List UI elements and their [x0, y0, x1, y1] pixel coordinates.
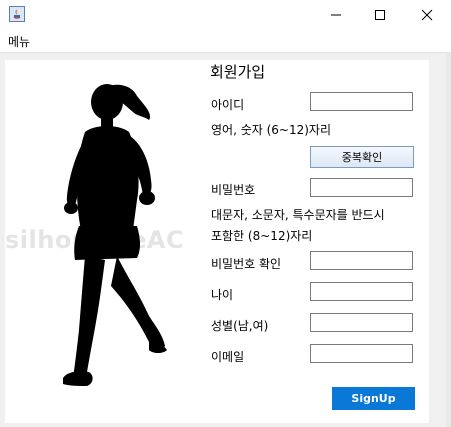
close-icon	[421, 9, 433, 21]
password-label: 비밀번호	[211, 183, 256, 197]
maximize-icon	[375, 10, 385, 20]
signup-panel: silhouetteAC 회원가입 아이디	[5, 60, 429, 423]
email-label: 이메일	[211, 350, 245, 364]
gender-field[interactable]	[310, 313, 413, 332]
content-area: silhouetteAC 회원가입 아이디	[0, 53, 451, 427]
password-hint-line1: 대문자, 소문자, 특수문자를 반드시	[211, 208, 385, 222]
signup-button[interactable]: SignUp	[332, 387, 415, 410]
password-hint-line2: 포함한 (8~12)자리	[211, 229, 313, 243]
close-button[interactable]	[404, 0, 450, 30]
duplicate-check-button[interactable]: 중복확인	[310, 146, 414, 168]
age-field[interactable]	[310, 282, 413, 301]
age-label: 나이	[211, 288, 234, 302]
gender-label: 성별(남,여)	[211, 319, 269, 333]
id-hint: 영어, 숫자 (6~12)자리	[211, 123, 332, 137]
id-field[interactable]	[310, 92, 413, 111]
window-edge	[446, 53, 451, 427]
menu-bar: 메뉴	[0, 30, 451, 53]
menu-item[interactable]: 메뉴	[8, 33, 30, 50]
id-label: 아이디	[211, 98, 245, 112]
runner-silhouette-image	[63, 84, 167, 386]
minimize-button[interactable]	[313, 0, 359, 30]
page-title: 회원가입	[210, 63, 266, 81]
maximize-button[interactable]	[357, 0, 403, 30]
password-confirm-label: 비밀번호 확인	[211, 257, 282, 271]
minimize-icon	[331, 14, 341, 16]
password-field[interactable]	[310, 178, 413, 197]
password-confirm-field[interactable]	[310, 251, 413, 270]
java-app-icon	[9, 6, 25, 22]
title-bar	[0, 0, 451, 30]
email-field[interactable]	[310, 344, 413, 363]
